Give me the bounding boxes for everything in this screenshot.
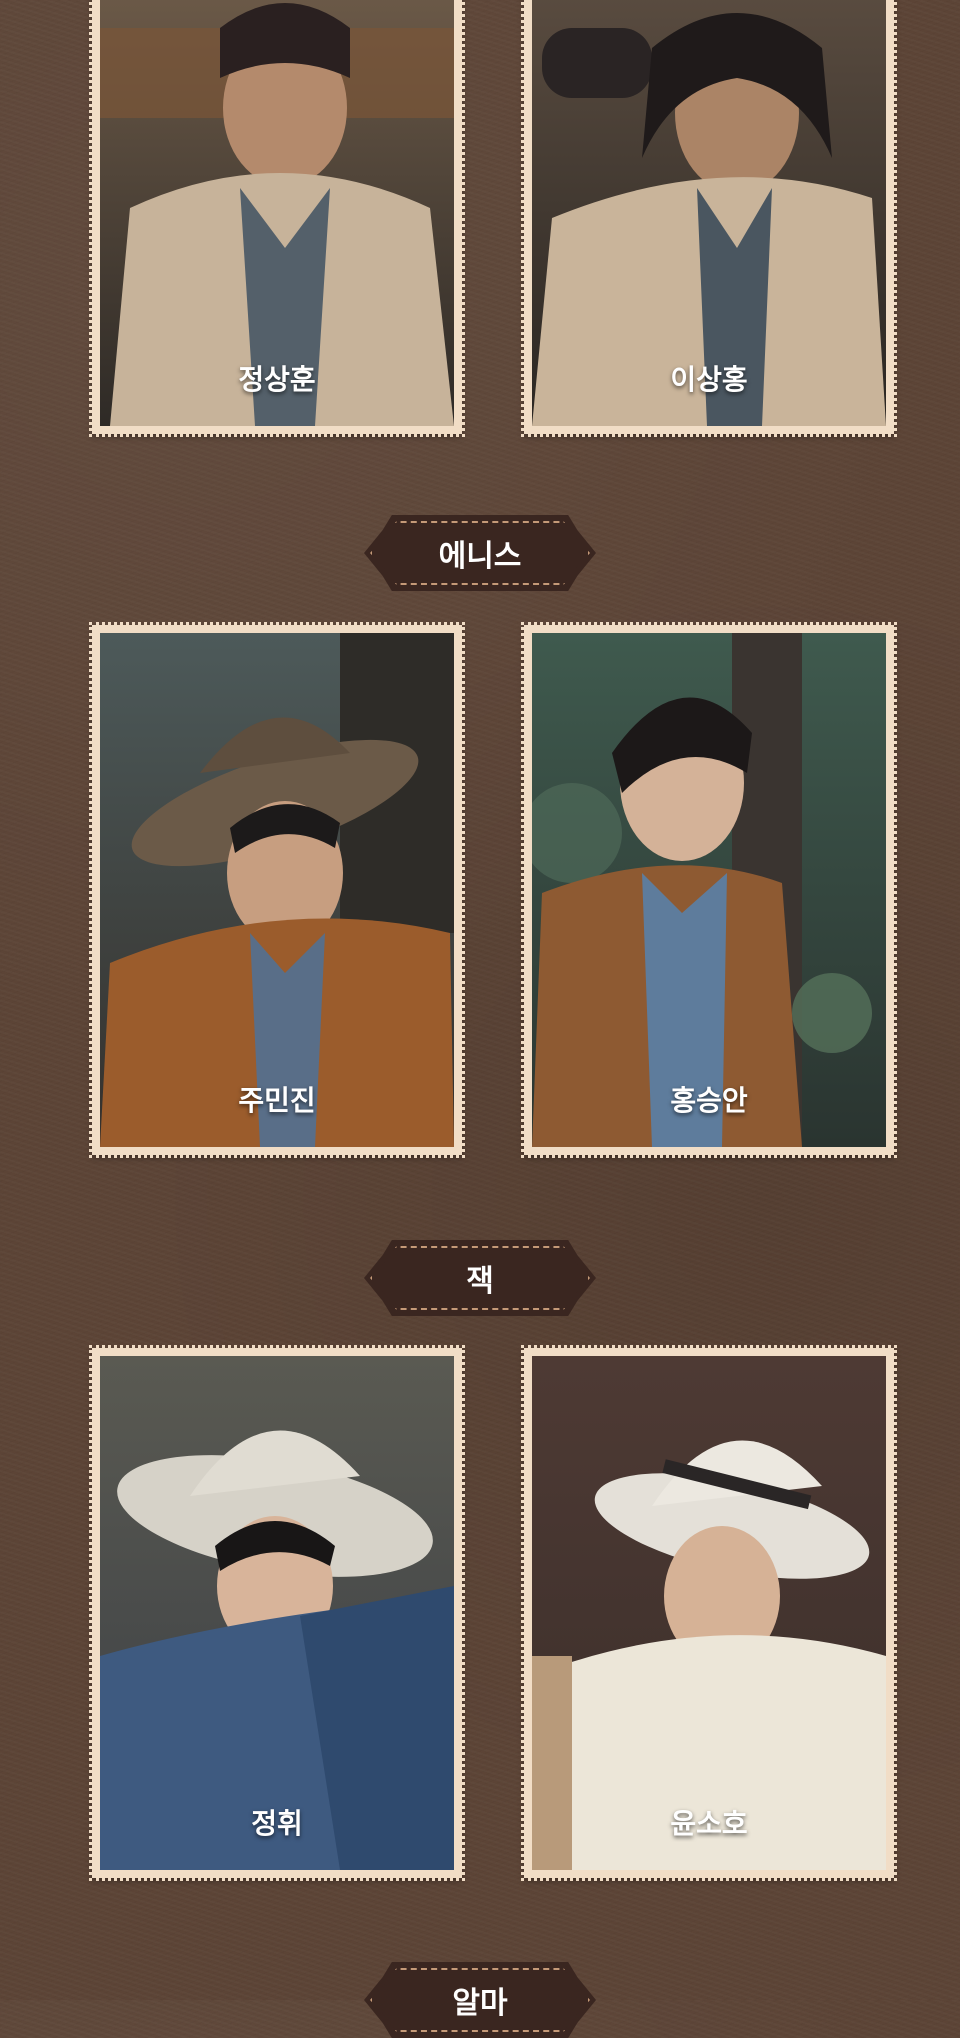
cast-photo: 정상훈 [100, 0, 454, 426]
cast-photo: 이상홍 [532, 0, 886, 426]
role-title: 에니스 [438, 539, 522, 574]
cast-photo: 정휘 [100, 1356, 454, 1870]
cast-name: 홍승안 [670, 1084, 748, 1117]
role-banner-alma: 알마 [364, 1962, 596, 2038]
cast-card-joo-minjin: 주민진 [89, 622, 465, 1158]
cast-name: 윤소호 [670, 1807, 748, 1840]
cast-photo: 윤소호 [532, 1356, 886, 1870]
cast-name: 정상훈 [238, 363, 316, 396]
role-title: 잭 [466, 1264, 494, 1299]
cast-card-lee-sanghong: 이상홍 [521, 0, 897, 437]
role-banner-ennis: 에니스 [364, 515, 596, 591]
cast-name: 정휘 [251, 1807, 303, 1840]
cast-photo: 홍승안 [532, 633, 886, 1147]
cast-card-jung-hwi: 정휘 [89, 1345, 465, 1881]
cast-name: 이상홍 [670, 363, 748, 396]
cast-name: 주민진 [238, 1084, 316, 1117]
role-banner-jack: 잭 [364, 1240, 596, 1316]
cast-card-hong-seungan: 홍승안 [521, 622, 897, 1158]
cast-card-jung-sanghoon: 정상훈 [89, 0, 465, 437]
cast-photo: 주민진 [100, 633, 454, 1147]
cast-card-yoon-soho: 윤소호 [521, 1345, 897, 1881]
role-title: 알마 [452, 1986, 508, 2021]
